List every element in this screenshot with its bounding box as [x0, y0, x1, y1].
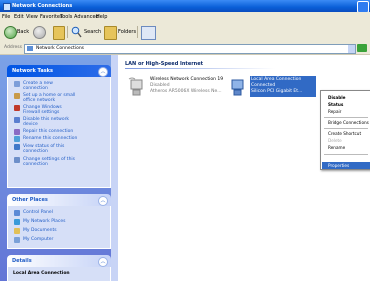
my-computer-icon [14, 237, 20, 243]
control-panel-icon [14, 210, 20, 216]
menu-tools[interactable]: Tools [60, 14, 72, 20]
network-connections-window: Network Connections File Edit View Favor… [0, 0, 370, 281]
menu-view[interactable]: View [26, 14, 38, 20]
menu-file[interactable]: File [2, 14, 10, 20]
menu-rename[interactable]: Rename [328, 145, 345, 150]
back-label: Back [17, 29, 30, 35]
menu-disable[interactable]: Disable [328, 95, 346, 100]
menu-bridge-connections[interactable]: Bridge Connections [328, 120, 369, 125]
status-icon [14, 144, 20, 150]
menu-edit[interactable]: Edit [14, 14, 24, 20]
menu-advanced[interactable]: Advanced [74, 14, 99, 20]
address-value: Network Connections [36, 46, 85, 51]
menu-help[interactable]: Help [96, 14, 107, 20]
network-tasks-header[interactable]: Network Tasks ︿ [7, 65, 111, 77]
search-icon[interactable] [71, 26, 82, 38]
lan-connection-icon [229, 77, 247, 97]
title-bar: Network Connections [0, 0, 370, 13]
details-header[interactable]: Details ︿ [7, 255, 111, 267]
repair-icon [14, 129, 20, 135]
address-input[interactable]: Network Connections [24, 44, 356, 54]
connection-device: Silicon PCI Gigabit Et... [251, 89, 303, 94]
connection-status: Connected [251, 83, 276, 88]
network-tasks-title: Network Tasks [12, 68, 53, 74]
connection-name: Local Area Connection [251, 77, 302, 82]
context-menu: Disable Status Repair Bridge Connections… [320, 90, 370, 170]
window-title: Network Connections [12, 3, 73, 9]
details-panel: Details ︿ Local Area Connection [7, 255, 111, 281]
menu-repair[interactable]: Repair [328, 109, 341, 114]
menu-create-shortcut[interactable]: Create Shortcut [328, 131, 361, 136]
network-tasks-panel: Network Tasks ︿ Create a new connection S… [7, 65, 111, 188]
other-places-title: Other Places [12, 197, 48, 203]
up-folder-icon[interactable] [53, 26, 65, 40]
task-pane-scrollbar[interactable] [111, 55, 118, 281]
views-icon[interactable] [141, 26, 156, 40]
network-places-icon [14, 219, 20, 225]
group-header: LAN or High-Speed Internet [125, 61, 204, 67]
rename-icon [14, 136, 20, 142]
connection-name: Wireless Network Connection 19 [150, 77, 224, 82]
address-dropdown[interactable] [348, 45, 355, 53]
details-title: Details [12, 258, 32, 264]
new-connection-icon [14, 81, 20, 87]
search-label[interactable]: Search [84, 29, 101, 35]
toolbar: Back Search Folders [0, 22, 370, 43]
settings-icon [14, 157, 20, 163]
home-network-icon [14, 93, 20, 99]
connection-status: Disabled [150, 83, 170, 88]
wireless-network-icon [128, 77, 146, 97]
collapse-chevron-icon[interactable]: ︿ [98, 196, 108, 206]
menu-delete: Delete [328, 138, 342, 143]
other-places-header[interactable]: Other Places ︿ [7, 194, 111, 206]
menu-properties[interactable]: Properties [328, 163, 349, 168]
details-connection-name: Local Area Connection [13, 271, 70, 276]
go-button[interactable] [357, 44, 367, 52]
task-pane: Network Tasks ︿ Create a new connection S… [0, 55, 118, 281]
menu-status[interactable]: Status [328, 102, 343, 107]
other-places-panel: Other Places ︿ Control Panel My Network … [7, 194, 111, 249]
firewall-icon [14, 105, 20, 111]
my-documents-icon [14, 228, 20, 234]
folders-label[interactable]: Folders [118, 29, 136, 35]
collapse-chevron-icon[interactable]: ︿ [98, 67, 108, 77]
address-label: Address [4, 45, 22, 50]
network-connections-icon [3, 3, 11, 11]
connection-device: Atheros AR5006X Wireless Ne... [150, 89, 222, 94]
forward-button[interactable] [33, 26, 46, 39]
disable-device-icon [14, 117, 20, 123]
network-folder-icon [27, 46, 33, 51]
address-bar: Address Network Connections [0, 42, 370, 55]
back-button[interactable] [4, 26, 17, 39]
folders-icon[interactable] [104, 26, 117, 40]
collapse-chevron-icon[interactable]: ︿ [98, 257, 108, 267]
